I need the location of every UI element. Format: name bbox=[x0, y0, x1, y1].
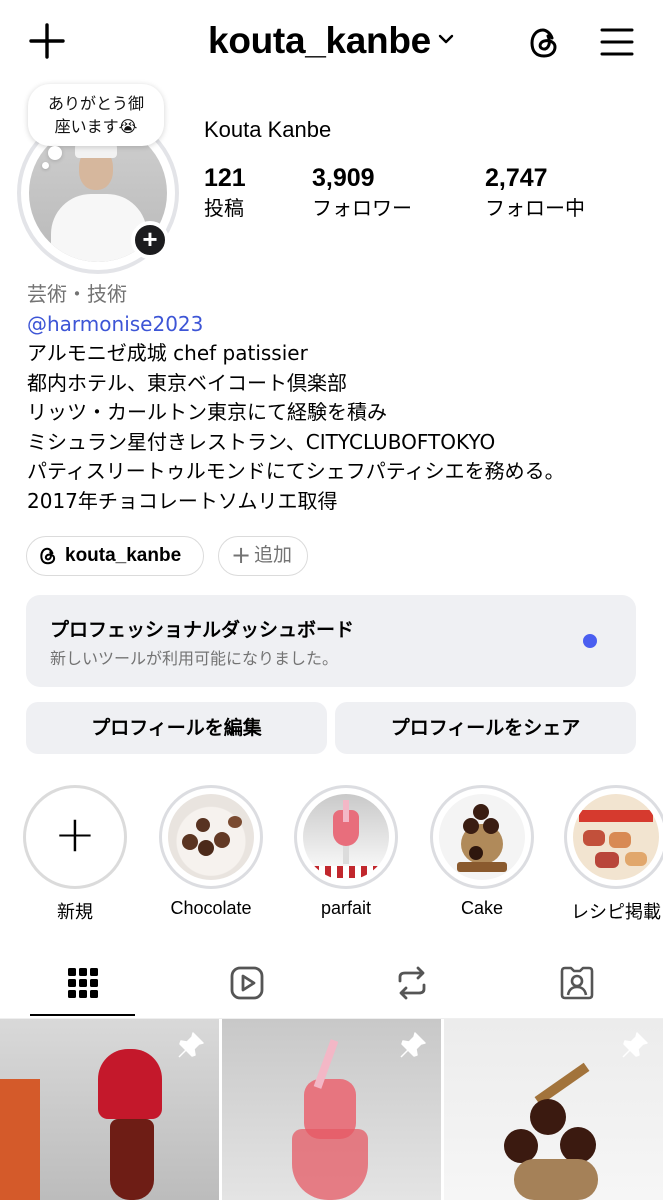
highlight-chocolate[interactable]: Chocolate bbox=[158, 785, 264, 919]
stat-label: フォロワー bbox=[312, 196, 412, 220]
grid-icon[interactable] bbox=[65, 965, 101, 1001]
menu-icon[interactable] bbox=[600, 27, 634, 57]
highlight-cover bbox=[573, 794, 659, 880]
top-bar: kouta_kanbe bbox=[0, 0, 663, 86]
pin-icon bbox=[178, 1032, 204, 1058]
highlight-label: parfait bbox=[320, 898, 372, 918]
followers-stat[interactable]: 3,909 フォロワー bbox=[312, 163, 412, 223]
tagged-icon[interactable] bbox=[559, 965, 595, 1001]
bio-line: パティスリートゥルモンドにてシェフパティシエを務める。 bbox=[27, 459, 565, 483]
note-tail bbox=[48, 146, 62, 160]
mention-link[interactable]: @harmonise2023 bbox=[27, 310, 647, 340]
bio-line: 都内ホテル、東京ベイコート倶楽部 bbox=[27, 370, 347, 395]
pin-icon bbox=[400, 1032, 426, 1058]
highlight-new[interactable]: + 新規 bbox=[22, 785, 128, 924]
note-tail bbox=[42, 162, 49, 169]
post-thumbnail[interactable] bbox=[444, 1019, 663, 1200]
stat-label: 投稿 bbox=[204, 196, 244, 220]
threads-icon bbox=[40, 547, 56, 565]
posts-stat[interactable]: 121 投稿 bbox=[204, 163, 246, 223]
threads-icon[interactable] bbox=[526, 25, 562, 61]
bio-line: アルモニゼ成城 chef patissier bbox=[27, 341, 308, 365]
threads-chip-label: kouta_kanbe bbox=[65, 545, 182, 566]
plus-icon: + bbox=[231, 541, 252, 569]
pin-icon bbox=[622, 1032, 648, 1058]
username-title: kouta_kanbe bbox=[208, 20, 431, 61]
post-grid bbox=[0, 1019, 663, 1200]
highlight-cover bbox=[168, 794, 254, 880]
highlight-parfait[interactable]: parfait bbox=[293, 785, 399, 919]
active-tab-indicator bbox=[30, 1014, 135, 1016]
category-label: 芸術・技術 bbox=[27, 282, 127, 306]
stat-value: 3,909 bbox=[312, 164, 375, 192]
note-bubble[interactable]: ありがとう御 座います😭 bbox=[28, 84, 164, 146]
following-stat[interactable]: 2,747 フォロー中 bbox=[485, 163, 585, 223]
full-name: Kouta Kanbe bbox=[204, 117, 332, 142]
highlight-label: レシピ掲載 bbox=[571, 902, 661, 922]
add-chip[interactable]: + 追加 bbox=[218, 536, 308, 576]
chevron-down-icon bbox=[438, 35, 454, 44]
dashboard-subtitle: 新しいツールが利用可能になりました。 bbox=[50, 649, 339, 668]
stat-value: 121 bbox=[204, 164, 246, 192]
stat-label: フォロー中 bbox=[485, 196, 585, 220]
reposts-icon[interactable] bbox=[394, 965, 430, 1001]
highlight-label: Cake bbox=[460, 898, 504, 918]
edit-profile-button[interactable]: プロフィールを編集 bbox=[26, 702, 327, 754]
stat-value: 2,747 bbox=[485, 164, 548, 192]
dashboard-title: プロフェッショナルダッシュボード bbox=[50, 619, 355, 641]
content-tabs bbox=[0, 955, 663, 1019]
add-chip-label: 追加 bbox=[254, 544, 293, 566]
bio: 芸術・技術 @harmonise2023 アルモニゼ成城 chef patiss… bbox=[27, 280, 647, 516]
threads-chip[interactable]: kouta_kanbe bbox=[26, 536, 204, 576]
highlight-label: Chocolate bbox=[170, 898, 252, 918]
notification-dot bbox=[583, 634, 597, 648]
username-switcher[interactable]: kouta_kanbe bbox=[0, 20, 663, 62]
reels-icon[interactable] bbox=[229, 965, 265, 1001]
highlight-recipe[interactable]: レシピ掲載 bbox=[563, 785, 663, 924]
note-line: ありがとう御 bbox=[47, 94, 144, 113]
post-thumbnail[interactable] bbox=[222, 1019, 441, 1200]
bio-line: リッツ・カールトン東京にて経験を積み bbox=[27, 400, 387, 424]
bio-line: 2017年チョコレートソムリエ取得 bbox=[27, 488, 338, 513]
professional-dashboard[interactable]: プロフェッショナルダッシュボード 新しいツールが利用可能になりました。 bbox=[26, 595, 636, 687]
share-profile-button[interactable]: プロフィールをシェア bbox=[335, 702, 636, 754]
add-story-button[interactable]: + bbox=[131, 221, 169, 259]
highlight-label: 新規 bbox=[57, 902, 93, 922]
highlight-cover bbox=[439, 794, 525, 880]
post-thumbnail[interactable] bbox=[0, 1019, 219, 1200]
bio-line: ミシュラン星付きレストラン、CITYCLUBOFTOKYO bbox=[27, 429, 496, 454]
highlight-cake[interactable]: Cake bbox=[429, 785, 535, 919]
note-line: 座います😭 bbox=[54, 117, 138, 136]
highlight-cover bbox=[303, 794, 389, 880]
plus-icon: + bbox=[54, 805, 96, 863]
